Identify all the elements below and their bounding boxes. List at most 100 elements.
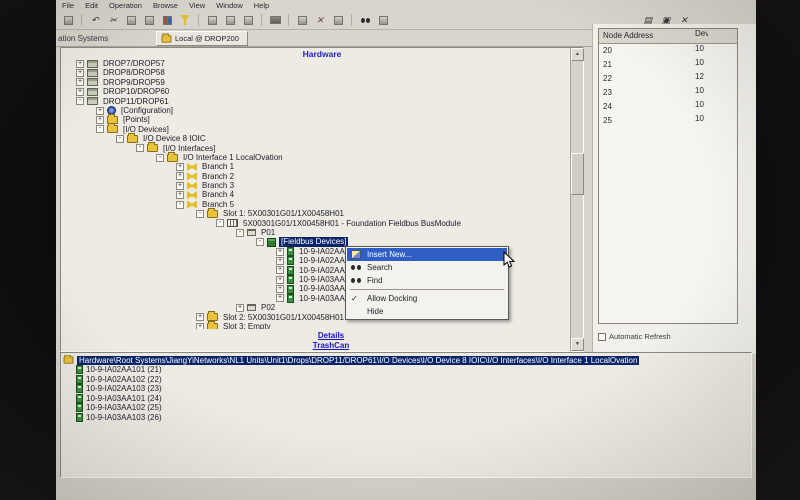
expand-toggle[interactable]: + <box>276 266 284 274</box>
tree-scrollbar[interactable]: ▲ ▼ <box>570 48 583 351</box>
device-cell: 10 <box>691 86 737 100</box>
export-icon[interactable] <box>222 13 238 27</box>
tree-item[interactable]: -Slot 1: 5X00301G01/1X00458H01 <box>61 209 569 218</box>
tree-item[interactable]: -Branch 5 <box>61 200 569 209</box>
bottom-tree-item[interactable]: 10-9-IA02AA103 (23) <box>63 384 751 394</box>
tree-item[interactable]: -I/O Device 8 IOIC <box>61 134 569 143</box>
auto-refresh-checkbox[interactable] <box>598 333 606 341</box>
expand-toggle[interactable]: + <box>76 78 84 86</box>
trashcan-link[interactable]: TrashCan <box>221 341 441 351</box>
node-row[interactable]: 2310 <box>599 86 737 100</box>
undo-icon[interactable]: ↶ <box>87 13 103 27</box>
node-row[interactable]: 2510 <box>599 114 737 128</box>
tree-item[interactable]: +DROP9/DROP59 <box>61 78 569 87</box>
bottom-tree-item[interactable]: 10-9-IA03AA102 (25) <box>63 403 751 413</box>
open-icon[interactable] <box>204 13 220 27</box>
monitor-icon[interactable] <box>375 13 391 27</box>
paste-icon[interactable] <box>141 13 157 27</box>
expand-toggle[interactable]: + <box>96 107 104 115</box>
collapse-toggle[interactable]: - <box>96 125 104 133</box>
expand-toggle[interactable]: + <box>176 182 184 190</box>
colors-icon[interactable] <box>159 13 175 27</box>
cut-icon[interactable]: ✂ <box>105 13 121 27</box>
expand-toggle[interactable]: + <box>176 191 184 199</box>
collapse-toggle[interactable]: - <box>236 229 244 237</box>
context-menu-item-find[interactable]: Find <box>347 274 507 287</box>
expand-toggle[interactable]: + <box>196 313 204 321</box>
bottom-tree-item[interactable]: 10-9-IA02AA102 (22) <box>63 375 751 385</box>
tree-item[interactable]: -P01 <box>61 228 569 237</box>
collapse-toggle[interactable]: - <box>76 97 84 105</box>
menu-edit[interactable]: Edit <box>85 1 98 10</box>
expand-toggle[interactable]: + <box>276 294 284 302</box>
menu-file[interactable]: File <box>62 1 74 10</box>
scroll-up-icon[interactable]: ▲ <box>571 48 584 61</box>
tree-item[interactable]: +Branch 3 <box>61 181 569 190</box>
menu-browse[interactable]: Browse <box>153 1 178 10</box>
scroll-thumb[interactable] <box>571 153 584 195</box>
menu-view[interactable]: View <box>189 1 205 10</box>
bottom-tree-item[interactable]: 10-9-IA03AA103 (26) <box>63 413 751 423</box>
collapse-toggle[interactable]: - <box>196 210 204 218</box>
binoculars-icon[interactable] <box>357 13 373 27</box>
select-icon[interactable] <box>294 13 310 27</box>
collapse-toggle[interactable]: - <box>256 238 264 246</box>
node-row[interactable]: 2110 <box>599 58 737 72</box>
refresh-icon[interactable] <box>330 13 346 27</box>
expand-toggle[interactable]: + <box>236 304 244 312</box>
tree-item[interactable]: +[Configuration] <box>61 106 569 115</box>
menu-window[interactable]: Window <box>216 1 243 10</box>
node-row[interactable]: 2410 <box>599 100 737 114</box>
tree-item[interactable]: +Branch 1 <box>61 162 569 171</box>
tree-item[interactable]: +DROP8/DROP58 <box>61 68 569 77</box>
tree-item[interactable]: -[I/O Devices] <box>61 125 569 134</box>
expand-toggle[interactable]: + <box>276 276 284 284</box>
expand-toggle[interactable]: + <box>276 257 284 265</box>
tree-item[interactable]: -5X00301G01/1X00458H01 - Foundation Fiel… <box>61 219 569 228</box>
tree-item[interactable]: -[I/O Interfaces] <box>61 144 569 153</box>
menu-help[interactable]: Help <box>254 1 269 10</box>
menu-operation[interactable]: Operation <box>109 1 142 10</box>
context-menu-item-allow-docking[interactable]: ✓Allow Docking <box>347 292 507 305</box>
bottom-tree-item[interactable]: 10-9-IA02AA101 (21) <box>63 365 751 375</box>
collapse-toggle[interactable]: - <box>156 154 164 162</box>
filter-icon[interactable] <box>177 13 193 27</box>
tree-item[interactable]: +DROP10/DROP60 <box>61 87 569 96</box>
expand-toggle[interactable]: + <box>76 88 84 96</box>
expand-toggle[interactable]: + <box>76 69 84 77</box>
tree-item[interactable]: -I/O Interface 1 LocalOvation <box>61 153 569 162</box>
tree-item[interactable]: +Branch 2 <box>61 172 569 181</box>
expand-toggle[interactable]: + <box>196 323 204 329</box>
expand-toggle[interactable]: + <box>176 172 184 180</box>
tree-item[interactable]: +DROP7/DROP57 <box>61 59 569 68</box>
details-link[interactable]: Details <box>221 331 441 341</box>
bottom-tree-item[interactable]: 10-9-IA03AA101 (24) <box>63 394 751 404</box>
tab-local-drop[interactable]: Local @ DROP200 <box>156 31 248 46</box>
context-menu-item-hide[interactable]: Hide <box>347 305 507 318</box>
delete-icon[interactable]: ✕ <box>312 13 328 27</box>
node-row[interactable]: 2010 <box>599 44 737 59</box>
tree-item[interactable]: +[Points] <box>61 115 569 124</box>
context-menu-item-search[interactable]: Search <box>347 261 507 274</box>
table-header-row: Node AddressDevice <box>599 29 737 44</box>
collapse-toggle[interactable]: - <box>136 144 144 152</box>
expand-toggle[interactable]: + <box>276 248 284 256</box>
tree-item[interactable]: -DROP11/DROP61 <box>61 97 569 106</box>
expand-toggle[interactable]: + <box>176 163 184 171</box>
scroll-down-icon[interactable]: ▼ <box>571 338 584 351</box>
collapse-toggle[interactable]: - <box>176 201 184 209</box>
camera-icon[interactable] <box>267 13 283 27</box>
tree-item[interactable]: +Branch 4 <box>61 190 569 199</box>
collapse-toggle[interactable]: - <box>216 219 224 227</box>
expand-toggle[interactable]: + <box>76 60 84 68</box>
copy-icon[interactable] <box>123 13 139 27</box>
tree-item[interactable]: +Slot 3: Empty <box>61 322 569 329</box>
context-menu-item-insert-new[interactable]: Insert New... <box>347 248 507 261</box>
clipboard-icon[interactable] <box>240 13 256 27</box>
node-row[interactable]: 2212 <box>599 72 737 86</box>
expand-toggle[interactable]: + <box>276 285 284 293</box>
collapse-toggle[interactable]: - <box>116 135 124 143</box>
expand-toggle[interactable]: + <box>96 116 104 124</box>
bottom-root-row[interactable]: Hardware\Root Systems\JiangYiNetworks\NL… <box>63 355 751 365</box>
print-icon[interactable] <box>60 13 76 27</box>
